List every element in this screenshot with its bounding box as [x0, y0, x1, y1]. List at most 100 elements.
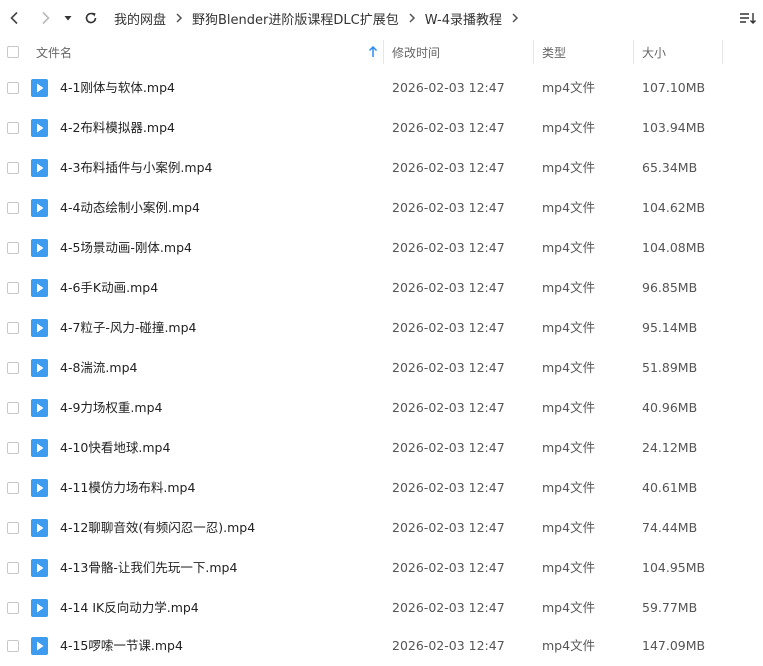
file-name[interactable]: 4-4动态绘制小案例.mp4 — [60, 188, 200, 228]
video-file-icon — [31, 439, 48, 457]
column-label-type: 类型 — [542, 45, 567, 60]
column-header-type[interactable]: 类型 — [542, 36, 566, 68]
forward-button[interactable] — [32, 5, 58, 31]
file-name[interactable]: 4-9力场权重.mp4 — [60, 388, 162, 428]
row-checkbox[interactable] — [7, 162, 19, 174]
file-size: 40.61MB — [642, 480, 698, 495]
file-type: mp4文件 — [542, 160, 596, 175]
file-name[interactable]: 4-2布料模拟器.mp4 — [60, 108, 175, 148]
table-row[interactable]: 4-12聊聊音效(有频闪忍一忍).mp4 2026-02-03 12:47 mp… — [0, 508, 763, 548]
file-name[interactable]: 4-5场景动画-刚体.mp4 — [60, 228, 192, 268]
file-size: 74.44MB — [642, 520, 698, 535]
file-size: 59.77MB — [642, 600, 698, 615]
row-checkbox[interactable] — [7, 442, 19, 454]
table-row[interactable]: 4-15啰嗦一节课.mp4 2026-02-03 12:47 mp4文件 147… — [0, 626, 763, 666]
file-type: mp4文件 — [542, 638, 596, 653]
breadcrumb-item-course[interactable]: 野狗Blender进阶版课程DLC扩展包 — [190, 9, 401, 28]
column-divider[interactable] — [633, 40, 634, 64]
history-dropdown-button[interactable] — [58, 5, 78, 31]
sort-button[interactable] — [735, 5, 761, 31]
video-file-icon — [31, 79, 48, 97]
table-row[interactable]: 4-10快看地球.mp4 2026-02-03 12:47 mp4文件 24.1… — [0, 428, 763, 468]
table-row[interactable]: 4-13骨骼-让我们先玩一下.mp4 2026-02-03 12:47 mp4文… — [0, 548, 763, 588]
video-file-icon — [31, 599, 48, 617]
file-type: mp4文件 — [542, 120, 596, 135]
refresh-button[interactable] — [78, 5, 104, 31]
back-button[interactable] — [2, 5, 28, 31]
file-modified: 2026-02-03 12:47 — [392, 440, 505, 455]
file-type: mp4文件 — [542, 240, 596, 255]
row-checkbox[interactable] — [7, 640, 19, 652]
file-type: mp4文件 — [542, 280, 596, 295]
video-file-icon — [31, 119, 48, 137]
row-checkbox[interactable] — [7, 82, 19, 94]
row-checkbox[interactable] — [7, 562, 19, 574]
row-checkbox[interactable] — [7, 602, 19, 614]
column-divider[interactable] — [722, 40, 723, 64]
video-file-icon — [31, 279, 48, 297]
file-name[interactable]: 4-8湍流.mp4 — [60, 348, 137, 388]
video-file-icon — [31, 637, 48, 655]
row-checkbox[interactable] — [7, 402, 19, 414]
breadcrumb-item-root[interactable]: 我的网盘 — [112, 9, 168, 28]
video-file-icon — [31, 519, 48, 537]
select-all-checkbox[interactable] — [7, 36, 19, 68]
video-file-icon — [31, 159, 48, 177]
table-row[interactable]: 4-14 IK反向动力学.mp4 2026-02-03 12:47 mp4文件 … — [0, 588, 763, 628]
table-row[interactable]: 4-6手K动画.mp4 2026-02-03 12:47 mp4文件 96.85… — [0, 268, 763, 308]
column-header-size[interactable]: 大小 — [642, 36, 666, 68]
table-row[interactable]: 4-3布料插件与小案例.mp4 2026-02-03 12:47 mp4文件 6… — [0, 148, 763, 188]
file-name[interactable]: 4-13骨骼-让我们先玩一下.mp4 — [60, 548, 237, 588]
row-checkbox[interactable] — [7, 202, 19, 214]
chevron-right-icon — [168, 12, 190, 24]
table-row[interactable]: 4-11模仿力场布料.mp4 2026-02-03 12:47 mp4文件 40… — [0, 468, 763, 508]
file-name[interactable]: 4-11模仿力场布料.mp4 — [60, 468, 195, 508]
file-size: 95.14MB — [642, 320, 698, 335]
column-header-modified[interactable]: 修改时间 — [392, 36, 440, 68]
column-divider[interactable] — [383, 40, 384, 64]
file-modified: 2026-02-03 12:47 — [392, 160, 505, 175]
video-file-icon — [31, 559, 48, 577]
file-name[interactable]: 4-14 IK反向动力学.mp4 — [60, 588, 199, 628]
table-row[interactable]: 4-7粒子-风力-碰撞.mp4 2026-02-03 12:47 mp4文件 9… — [0, 308, 763, 348]
file-name[interactable]: 4-15啰嗦一节课.mp4 — [60, 626, 183, 666]
row-checkbox[interactable] — [7, 242, 19, 254]
file-name[interactable]: 4-3布料插件与小案例.mp4 — [60, 148, 212, 188]
file-name[interactable]: 4-7粒子-风力-碰撞.mp4 — [60, 308, 196, 348]
file-name[interactable]: 4-1刚体与软体.mp4 — [60, 68, 175, 108]
sort-up-arrow-icon — [368, 46, 378, 57]
file-type: mp4文件 — [542, 520, 596, 535]
row-checkbox[interactable] — [7, 322, 19, 334]
video-file-icon — [31, 199, 48, 217]
file-name[interactable]: 4-10快看地球.mp4 — [60, 428, 170, 468]
table-row[interactable]: 4-1刚体与软体.mp4 2026-02-03 12:47 mp4文件 107.… — [0, 68, 763, 108]
file-modified: 2026-02-03 12:47 — [392, 638, 505, 653]
file-modified: 2026-02-03 12:47 — [392, 200, 505, 215]
table-row[interactable]: 4-2布料模拟器.mp4 2026-02-03 12:47 mp4文件 103.… — [0, 108, 763, 148]
top-bar: 我的网盘 野狗Blender进阶版课程DLC扩展包 W-4录播教程 — [0, 0, 763, 36]
row-checkbox[interactable] — [7, 122, 19, 134]
column-divider[interactable] — [533, 40, 534, 64]
breadcrumb-item-current[interactable]: W-4录播教程 — [423, 9, 504, 28]
file-size: 24.12MB — [642, 440, 698, 455]
file-modified: 2026-02-03 12:47 — [392, 560, 505, 575]
row-checkbox[interactable] — [7, 482, 19, 494]
table-row[interactable]: 4-8湍流.mp4 2026-02-03 12:47 mp4文件 51.89MB — [0, 348, 763, 388]
file-name[interactable]: 4-6手K动画.mp4 — [60, 268, 158, 308]
table-row[interactable]: 4-5场景动画-刚体.mp4 2026-02-03 12:47 mp4文件 10… — [0, 228, 763, 268]
file-size: 103.94MB — [642, 120, 706, 135]
file-size: 147.09MB — [642, 638, 706, 653]
file-name[interactable]: 4-12聊聊音效(有频闪忍一忍).mp4 — [60, 508, 255, 548]
table-row[interactable]: 4-4动态绘制小案例.mp4 2026-02-03 12:47 mp4文件 10… — [0, 188, 763, 228]
video-file-icon — [31, 479, 48, 497]
file-type: mp4文件 — [542, 320, 596, 335]
column-header-name[interactable]: 文件名 — [36, 36, 382, 68]
file-type: mp4文件 — [542, 440, 596, 455]
file-size: 107.10MB — [642, 80, 706, 95]
table-row[interactable]: 4-9力场权重.mp4 2026-02-03 12:47 mp4文件 40.96… — [0, 388, 763, 428]
file-modified: 2026-02-03 12:47 — [392, 120, 505, 135]
row-checkbox[interactable] — [7, 522, 19, 534]
file-size: 104.62MB — [642, 200, 706, 215]
row-checkbox[interactable] — [7, 362, 19, 374]
row-checkbox[interactable] — [7, 282, 19, 294]
